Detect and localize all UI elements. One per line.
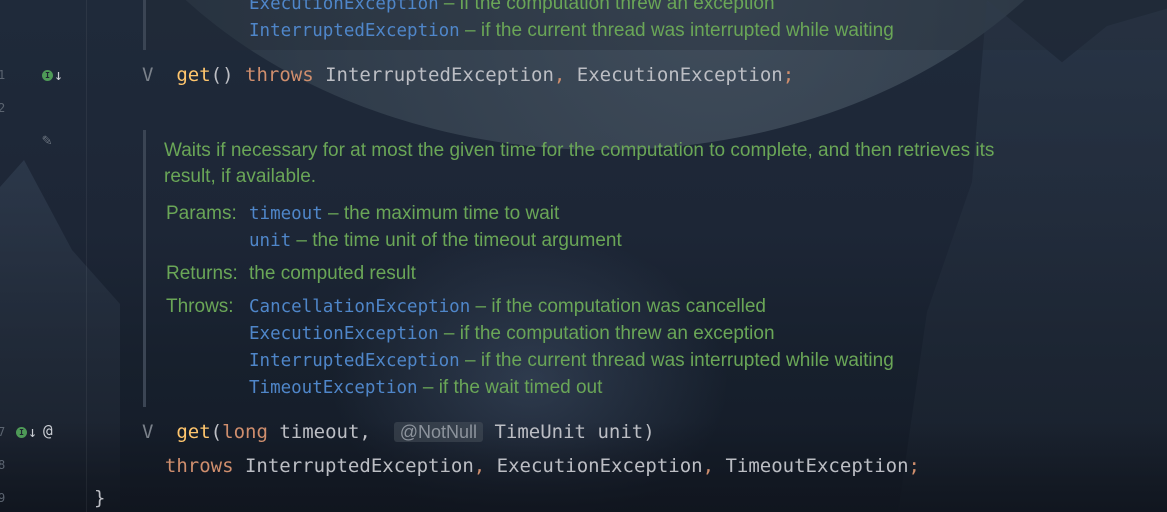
doc-exception-desc: – if the computation was cancelled	[470, 296, 766, 317]
method-name[interactable]: get	[176, 421, 210, 443]
doc-exception-desc: – if the current thread was interrupted …	[459, 20, 894, 41]
line-number: 2	[0, 101, 6, 115]
throws-keyword: throws	[245, 64, 314, 86]
method-signature-get-timeout[interactable]: V get(long timeout, @NotNull TimeUnit un…	[142, 421, 655, 443]
line-number: 8	[0, 458, 6, 472]
doc-exception-desc: – if the computation threw an exception	[438, 0, 775, 14]
semicolon: ;	[782, 64, 795, 86]
at-icon[interactable]: @	[43, 421, 53, 440]
doc-params-label: Params:	[166, 203, 237, 224]
doc-throws-line: TimeoutException – if the wait timed out	[249, 377, 602, 399]
doc-exception-desc: – if the current thread was interrupted …	[459, 350, 894, 371]
doc-param-line: timeout – the maximum time to wait	[249, 203, 559, 225]
method-throws-clause[interactable]: throws InterruptedException, ExecutionEx…	[142, 455, 920, 477]
exception-type[interactable]: TimeoutException	[725, 455, 908, 477]
editor-gutter[interactable]: 1 2 7 8 9 I ↓ ✎ I ↓ @	[0, 0, 86, 512]
doc-summary-line: Waits if necessary for at most the given…	[164, 140, 995, 161]
doc-exception-link[interactable]: CancellationException	[249, 297, 470, 317]
doc-throws-line: InterruptedException – if the current th…	[249, 350, 894, 372]
exception-type[interactable]: ExecutionException	[497, 455, 703, 477]
doc-param-desc: – the time unit of the timeout argument	[291, 230, 622, 251]
param-name: unit)	[586, 421, 655, 443]
exception-type[interactable]: InterruptedException	[325, 64, 554, 86]
gutter-divider	[86, 0, 87, 512]
exception-type[interactable]: ExecutionException	[577, 64, 783, 86]
method-name[interactable]: get	[176, 64, 210, 86]
method-parens: ()	[210, 64, 234, 86]
doc-throws-line: CancellationException – if the computati…	[249, 296, 766, 318]
fold-toggle[interactable]: V	[142, 64, 153, 86]
doc-throws-line: InterruptedException – if the current th…	[249, 20, 894, 42]
doc-throws-line: ExecutionException – if the computation …	[249, 0, 775, 15]
doc-throws-label: Throws:	[166, 296, 234, 317]
param-type[interactable]: TimeUnit	[494, 421, 586, 443]
doc-throws-line: ExecutionException – if the computation …	[249, 323, 775, 345]
doc-exception-link[interactable]: ExecutionException	[249, 0, 439, 14]
closing-brace: }	[94, 487, 106, 509]
doc-param-name: timeout	[249, 204, 323, 224]
fold-toggle[interactable]: V	[142, 421, 153, 443]
doc-exception-link[interactable]: InterruptedException	[249, 351, 460, 371]
comma: ,	[702, 455, 715, 477]
implementation-arrow-icon[interactable]: I ↓	[42, 66, 63, 84]
doc-block-bar	[143, 130, 146, 407]
doc-param-line: unit – the time unit of the timeout argu…	[249, 230, 622, 252]
semicolon: ;	[908, 455, 920, 477]
comma: ,	[553, 64, 566, 86]
doc-exception-desc: – if the wait timed out	[417, 377, 603, 398]
doc-returns-label: Returns:	[166, 263, 238, 284]
doc-param-desc: – the maximum time to wait	[322, 203, 560, 224]
comma: ,	[473, 455, 486, 477]
doc-returns-text: the computed result	[249, 263, 416, 284]
exception-type[interactable]: InterruptedException	[245, 455, 474, 477]
doc-exception-link[interactable]: TimeoutException	[249, 378, 418, 398]
line-number: 9	[0, 491, 6, 505]
doc-block-bar	[143, 0, 146, 50]
doc-summary-line: result, if available.	[164, 166, 317, 187]
doc-exception-desc: – if the computation threw an exception	[438, 323, 775, 344]
method-signature-get[interactable]: V get() throws InterruptedException, Exe…	[142, 64, 794, 86]
implementation-arrow-icon[interactable]: I ↓	[16, 423, 37, 441]
param-name: timeout,	[267, 421, 371, 443]
param-type: long	[222, 421, 268, 443]
pencil-icon[interactable]: ✎	[42, 130, 52, 149]
line-number: 1	[0, 68, 6, 82]
line-number: 7	[0, 425, 6, 439]
doc-param-name: unit	[249, 231, 292, 251]
doc-exception-link[interactable]: InterruptedException	[249, 21, 460, 41]
throws-keyword: throws	[164, 455, 234, 477]
open-paren: (	[210, 421, 223, 443]
doc-exception-link[interactable]: ExecutionException	[249, 324, 439, 344]
inlay-annotation-hint[interactable]: @NotNull	[393, 422, 484, 442]
